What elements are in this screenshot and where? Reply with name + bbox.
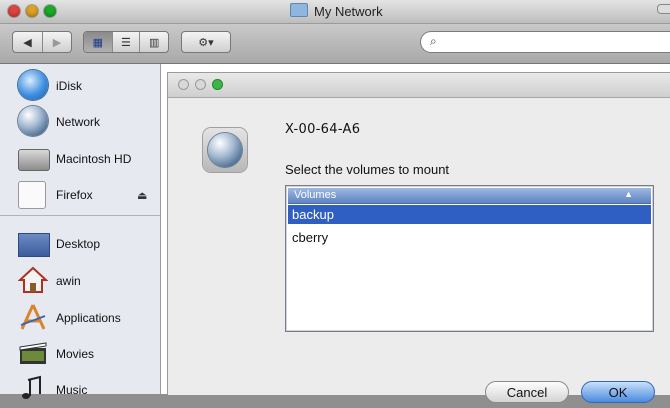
sidebar-item-desktop[interactable]: Desktop bbox=[0, 226, 160, 262]
sidebar-item-macintosh-hd[interactable]: Macintosh HD bbox=[0, 141, 160, 177]
search-icon: ⌕ bbox=[430, 34, 437, 48]
volume-row-backup[interactable]: backup bbox=[288, 205, 651, 224]
back-arrow-icon[interactable]: ◀ bbox=[13, 32, 43, 52]
dialog-close-button[interactable] bbox=[178, 79, 189, 90]
icon-view-icon[interactable]: ▦ bbox=[84, 32, 113, 52]
server-icon bbox=[203, 128, 247, 172]
desktop-icon bbox=[18, 233, 50, 257]
ok-button[interactable]: OK bbox=[581, 381, 655, 403]
sidebar-item-label: Macintosh HD bbox=[56, 152, 132, 166]
sidebar-item-applications[interactable]: Applications bbox=[0, 300, 160, 336]
action-menu-button[interactable]: ⚙▾ bbox=[181, 31, 231, 53]
applications-icon bbox=[20, 304, 46, 330]
mount-prompt: Select the volumes to mount bbox=[285, 162, 450, 177]
dialog-minimize-button[interactable] bbox=[195, 79, 206, 90]
sidebar-item-label: Desktop bbox=[56, 237, 101, 251]
server-name: X-00-64-A6 bbox=[285, 122, 361, 137]
music-icon bbox=[22, 375, 41, 399]
toolbar-toggle-button[interactable] bbox=[657, 4, 670, 14]
sidebar-item-idisk[interactable]: iDisk bbox=[0, 68, 160, 104]
view-mode-control: ▦ ☰ ▥ bbox=[83, 31, 169, 53]
window-titlebar: My Network bbox=[0, 0, 670, 24]
sidebar-item-label: Firefox bbox=[56, 188, 93, 202]
sidebar-item-awin[interactable]: awin bbox=[0, 263, 160, 299]
folder-icon bbox=[290, 3, 308, 17]
movies-icon bbox=[19, 342, 47, 364]
dialog-titlebar bbox=[168, 73, 670, 98]
sidebar-item-label: Network bbox=[56, 115, 101, 129]
sidebar-item-label: Movies bbox=[56, 347, 95, 361]
eject-icon[interactable]: ⏏ bbox=[137, 189, 147, 202]
close-window-button[interactable] bbox=[8, 5, 20, 17]
minimize-window-button[interactable] bbox=[26, 5, 38, 17]
sidebar-divider bbox=[0, 215, 160, 216]
dialog-zoom-button[interactable] bbox=[212, 79, 223, 90]
sidebar-item-label: Applications bbox=[56, 311, 121, 325]
home-icon bbox=[18, 266, 48, 293]
window-title-text: My Network bbox=[314, 4, 383, 19]
column-header-label: Volumes bbox=[294, 189, 337, 201]
sidebar-item-label: awin bbox=[56, 274, 81, 288]
back-forward-control: ◀ ▶ bbox=[12, 31, 72, 53]
finder-sidebar: iDisk Network Macintosh HD Firefox ⏏ Des… bbox=[0, 64, 161, 399]
volumes-list[interactable]: Volumes ▲ backup cberry bbox=[285, 185, 654, 332]
disk-image-icon bbox=[18, 181, 46, 209]
sidebar-item-firefox[interactable]: Firefox ⏏ bbox=[0, 177, 160, 213]
forward-arrow-icon[interactable]: ▶ bbox=[43, 32, 71, 52]
cancel-button[interactable]: Cancel bbox=[485, 381, 569, 403]
column-header-volumes[interactable]: Volumes ▲ bbox=[288, 188, 651, 204]
gear-icon: ⚙▾ bbox=[198, 36, 214, 49]
idisk-icon bbox=[18, 70, 48, 100]
hard-disk-icon bbox=[18, 149, 50, 171]
list-view-icon[interactable]: ☰ bbox=[113, 32, 141, 52]
column-view-icon[interactable]: ▥ bbox=[140, 32, 168, 52]
volume-row-cberry[interactable]: cberry bbox=[288, 228, 651, 247]
sidebar-item-network[interactable]: Network bbox=[0, 104, 160, 140]
zoom-window-button[interactable] bbox=[44, 5, 56, 17]
finder-toolbar: ◀ ▶ ▦ ☰ ▥ ⚙▾ ⌕ bbox=[0, 24, 670, 64]
sidebar-item-label: Music bbox=[56, 383, 88, 397]
volume-name: backup bbox=[292, 207, 334, 222]
network-globe-icon bbox=[18, 106, 48, 136]
sidebar-item-movies[interactable]: Movies bbox=[0, 336, 160, 372]
sort-ascending-icon: ▲ bbox=[624, 189, 633, 199]
search-field[interactable]: ⌕ bbox=[420, 31, 670, 53]
volume-name: cberry bbox=[292, 230, 329, 245]
sidebar-item-label: iDisk bbox=[56, 79, 82, 93]
window-title: My Network bbox=[290, 3, 383, 19]
network-globe-icon bbox=[208, 133, 242, 167]
sidebar-item-music[interactable]: Music bbox=[0, 372, 160, 408]
